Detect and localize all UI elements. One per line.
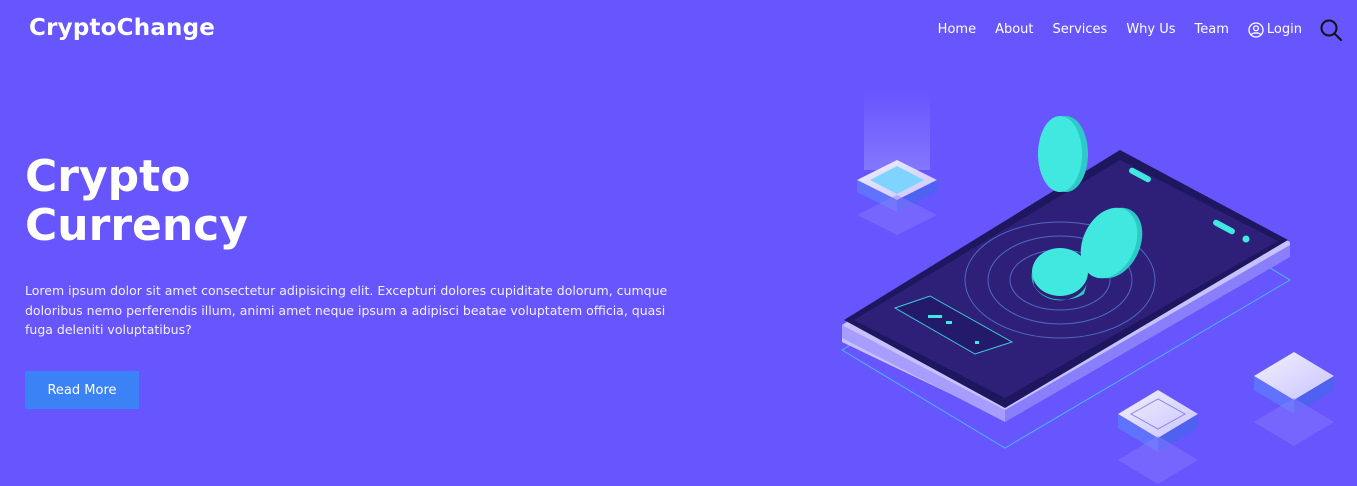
nav-home[interactable]: Home bbox=[938, 16, 976, 44]
hero-title: Crypto Currency bbox=[25, 152, 445, 250]
bottom-cube bbox=[1118, 390, 1198, 484]
brand-logo[interactable]: CryptoChange bbox=[29, 15, 215, 41]
login-label: Login bbox=[1266, 22, 1302, 37]
nav-team[interactable]: Team bbox=[1195, 16, 1229, 44]
coin-top bbox=[1038, 116, 1088, 192]
nav-about[interactable]: About bbox=[995, 16, 1033, 44]
hero-title-line-2: Currency bbox=[25, 200, 248, 251]
light-beam bbox=[864, 90, 930, 170]
screen-dot bbox=[1242, 235, 1250, 243]
right-cube bbox=[1254, 352, 1334, 446]
left-cube bbox=[857, 160, 937, 235]
hero-title-line-1: Crypto bbox=[25, 151, 191, 202]
nav-login[interactable]: Login bbox=[1248, 16, 1302, 44]
search-button[interactable] bbox=[1319, 18, 1343, 42]
nav-why-us[interactable]: Why Us bbox=[1126, 16, 1175, 44]
user-circle-icon bbox=[1248, 22, 1264, 38]
site-header: CryptoChange Home About Services Why Us … bbox=[0, 0, 1357, 62]
search-icon bbox=[1320, 19, 1342, 41]
hero-description: Lorem ipsum dolor sit amet consectetur a… bbox=[25, 283, 668, 337]
crypto-phone-illustration bbox=[841, 90, 1334, 484]
read-more-button[interactable]: Read More bbox=[25, 371, 139, 409]
main-nav: Home About Services Why Us Team Login bbox=[938, 16, 1343, 44]
nav-services[interactable]: Services bbox=[1053, 16, 1108, 44]
